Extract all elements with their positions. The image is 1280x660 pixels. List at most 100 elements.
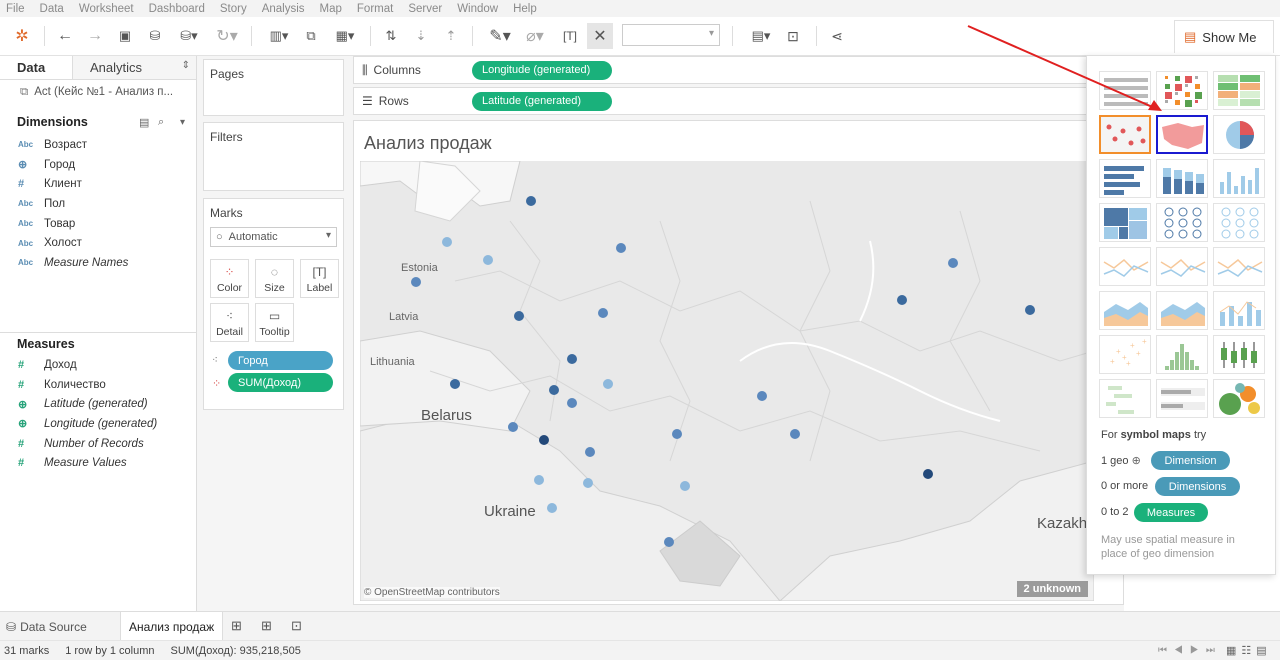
chart-type-bullet-icon[interactable] bbox=[1156, 379, 1208, 418]
field-dimension[interactable]: Abc Холост bbox=[0, 233, 196, 253]
tooltip-button[interactable]: ▭ Tooltip bbox=[255, 303, 294, 342]
menu-item-dashboard[interactable]: Dashboard bbox=[149, 3, 205, 15]
map-point[interactable] bbox=[539, 434, 550, 445]
longitude-pill[interactable]: Longitude (generated) bbox=[472, 60, 612, 80]
chart-type-dline-icon[interactable] bbox=[1156, 247, 1208, 286]
menu-item-file[interactable]: File bbox=[6, 3, 25, 15]
menu-item-help[interactable]: Help bbox=[513, 3, 537, 15]
map-point[interactable] bbox=[672, 428, 683, 439]
fix-axes-icon[interactable]: ✕ bbox=[587, 23, 613, 49]
field-measure[interactable]: ⊕ Longitude (generated) bbox=[0, 414, 196, 434]
pages-card[interactable]: Pages bbox=[203, 59, 344, 116]
chart-type-dline2-icon[interactable] bbox=[1213, 247, 1265, 286]
pause-updates-icon[interactable]: ⛁▾ bbox=[174, 23, 204, 49]
share-icon[interactable]: ⋖ bbox=[826, 23, 848, 49]
clear-sheet-icon[interactable]: ▦▾ bbox=[330, 23, 360, 49]
chart-type-scatter-icon[interactable]: + + + + + + + bbox=[1099, 335, 1151, 374]
highlight-icon[interactable]: ✎▾ bbox=[484, 23, 516, 49]
show-me-button[interactable]: ▤ Show Me bbox=[1174, 20, 1274, 53]
menu-item-format[interactable]: Format bbox=[357, 3, 393, 15]
show-cards-icon[interactable]: ▤▾ bbox=[744, 23, 778, 49]
duplicate-sheet-icon[interactable]: ⧉ bbox=[300, 23, 322, 49]
chart-type-vbar-icon[interactable] bbox=[1213, 159, 1265, 198]
map-point[interactable] bbox=[922, 468, 933, 479]
filters-card[interactable]: Filters bbox=[203, 122, 344, 191]
chart-type-darea-icon[interactable] bbox=[1156, 291, 1208, 330]
field-measure[interactable]: # Доход bbox=[0, 355, 196, 375]
field-measure[interactable]: # Количество bbox=[0, 375, 196, 395]
map-point[interactable] bbox=[441, 236, 452, 247]
field-dimension[interactable]: Abc Возраст bbox=[0, 135, 196, 155]
field-measure[interactable]: # Number of Records bbox=[0, 434, 196, 454]
chart-type-fill-icon[interactable] bbox=[1156, 115, 1208, 154]
tab-data-source[interactable]: ⛁ Data Source bbox=[6, 620, 87, 634]
tab-analytics[interactable]: Analytics bbox=[73, 56, 196, 79]
color-button[interactable]: ⁘ Color bbox=[210, 259, 249, 298]
map-point[interactable] bbox=[567, 397, 578, 408]
field-dimension[interactable]: Abc Measure Names bbox=[0, 253, 196, 273]
detail-button[interactable]: ⁖ Detail bbox=[210, 303, 249, 342]
chart-type-gantt-icon[interactable] bbox=[1099, 379, 1151, 418]
chart-type-line-icon[interactable] bbox=[1099, 247, 1151, 286]
chart-type-hl-icon[interactable] bbox=[1213, 71, 1265, 110]
navigation-arrows-icon[interactable]: ⏮◀▶⏭ bbox=[1158, 645, 1222, 656]
map-point[interactable] bbox=[789, 428, 800, 439]
sum-color-pill[interactable]: SUM(Доход) bbox=[228, 373, 333, 392]
map-point[interactable] bbox=[615, 242, 626, 253]
chart-type-sbar-icon[interactable] bbox=[1156, 159, 1208, 198]
menu-item-data[interactable]: Data bbox=[40, 3, 64, 15]
fit-dropdown[interactable] bbox=[622, 24, 720, 46]
city-detail-pill[interactable]: Город bbox=[228, 351, 333, 370]
field-measure[interactable]: ⊕ Latitude (generated) bbox=[0, 394, 196, 414]
menu-item-window[interactable]: Window bbox=[457, 3, 498, 15]
label-button[interactable]: [T] Label bbox=[300, 259, 339, 298]
sort-asc-icon[interactable]: ⇣ bbox=[410, 23, 432, 49]
new-worksheet-icon[interactable]: ▥▾ bbox=[262, 23, 296, 49]
new-story-tab-icon[interactable]: ⊡ bbox=[291, 618, 302, 634]
undo-icon[interactable]: ← bbox=[54, 23, 76, 49]
chart-type-area-icon[interactable] bbox=[1099, 291, 1151, 330]
group-icon[interactable]: ⌀▾ bbox=[518, 23, 552, 49]
tableau-logo-icon[interactable]: ✲ bbox=[10, 23, 34, 49]
save-icon[interactable]: ▣ bbox=[114, 23, 136, 49]
redo-icon[interactable]: → bbox=[84, 23, 106, 49]
chart-type-hbar-icon[interactable] bbox=[1099, 159, 1151, 198]
view-list-icon[interactable]: ▤ bbox=[139, 116, 149, 129]
mark-type-dropdown[interactable]: ○ Automatic bbox=[210, 227, 337, 247]
menu-item-worksheet[interactable]: Worksheet bbox=[79, 3, 134, 15]
chart-type-hist-icon[interactable] bbox=[1156, 335, 1208, 374]
map-point[interactable] bbox=[513, 310, 524, 321]
field-dimension[interactable]: Abc Товар bbox=[0, 214, 196, 234]
field-dimension[interactable]: Abc Пол bbox=[0, 194, 196, 214]
chart-type-box-icon[interactable] bbox=[1213, 335, 1265, 374]
show-labels-icon[interactable]: [T] bbox=[558, 23, 582, 49]
map-point[interactable] bbox=[449, 379, 460, 390]
map-view[interactable]: Estonia Latvia Lithuania Belarus Ukraine… bbox=[360, 161, 1094, 601]
chart-type-pie-icon[interactable] bbox=[1213, 115, 1265, 154]
tab-data[interactable]: Data bbox=[0, 56, 73, 79]
menu-item-story[interactable]: Story bbox=[220, 3, 247, 15]
new-datasource-icon[interactable]: ⛁ bbox=[144, 23, 166, 49]
latitude-pill[interactable]: Latitude (generated) bbox=[472, 91, 612, 111]
swap-icon[interactable]: ⇅ bbox=[380, 23, 402, 49]
menu-item-analysis[interactable]: Analysis bbox=[262, 3, 305, 15]
map-point[interactable] bbox=[582, 478, 593, 489]
map-point[interactable] bbox=[1025, 304, 1036, 315]
map-point[interactable] bbox=[597, 307, 608, 318]
map-point[interactable] bbox=[546, 503, 557, 514]
unknown-badge[interactable]: 2 unknown bbox=[1016, 581, 1088, 597]
field-dimension[interactable]: ⊕ Город bbox=[0, 155, 196, 175]
map-attribution[interactable]: © OpenStreetMap contributors bbox=[364, 587, 500, 598]
chart-type-sym-icon[interactable] bbox=[1099, 115, 1151, 154]
chart-type-circ-icon[interactable] bbox=[1156, 203, 1208, 242]
field-measure[interactable]: # Measure Values bbox=[0, 453, 196, 473]
search-icon[interactable]: ⌕ bbox=[158, 116, 164, 129]
view-mode-icons[interactable]: ▦☷▤ bbox=[1226, 644, 1272, 657]
field-dimension[interactable]: # Клиент bbox=[0, 174, 196, 194]
map-point[interactable] bbox=[756, 391, 767, 402]
chart-type-dual-icon[interactable] bbox=[1213, 291, 1265, 330]
refresh-icon[interactable]: ↻▾ bbox=[210, 23, 244, 49]
sort-desc-icon[interactable]: ⇡ bbox=[440, 23, 462, 49]
menu-item-server[interactable]: Server bbox=[408, 3, 442, 15]
tab-active-sheet[interactable]: Анализ продаж bbox=[120, 612, 224, 641]
